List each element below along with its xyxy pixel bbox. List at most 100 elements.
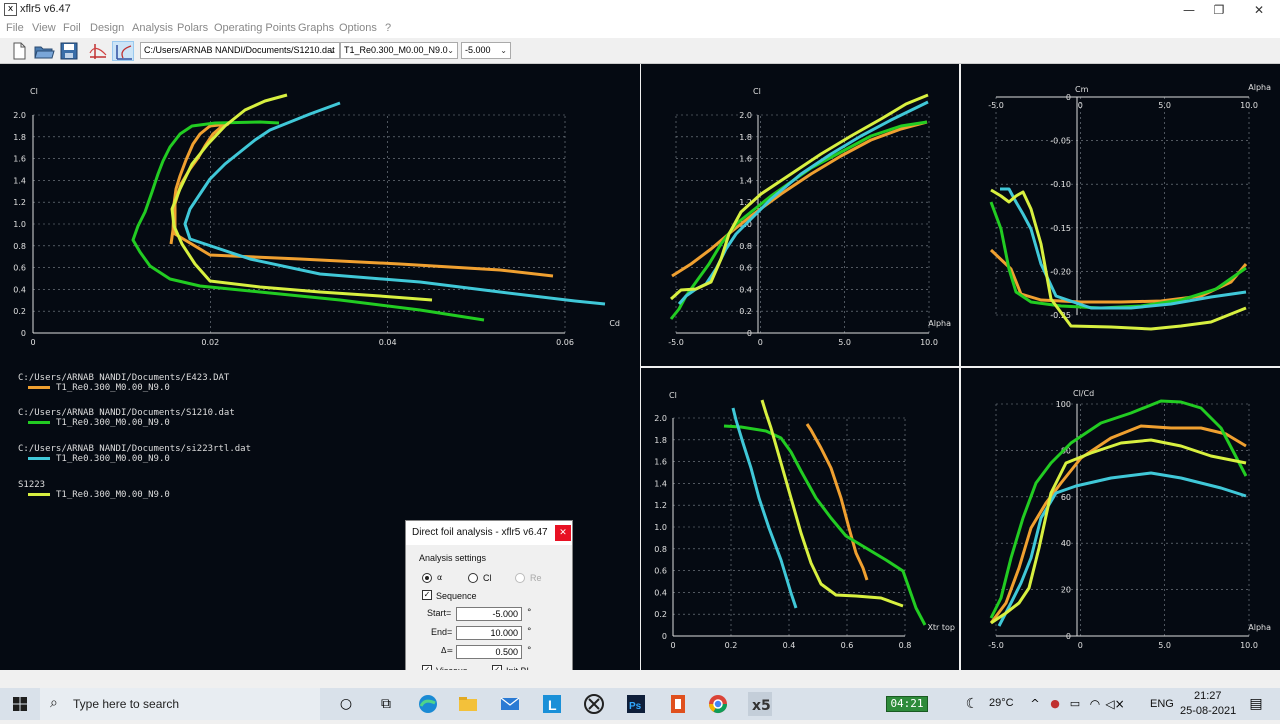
polar-curve	[997, 471, 1247, 627]
x-tick-label: 5.0	[1158, 641, 1171, 650]
graph-cl-alpha[interactable]: 00.20.40.60.81.01.21.41.61.82.0-5.005.01…	[641, 64, 959, 366]
x-tick-label: 0	[1078, 641, 1083, 650]
menu-help[interactable]: ?	[385, 22, 391, 34]
y-tick-label: 0.6	[654, 567, 667, 576]
menu-view[interactable]: View	[32, 22, 56, 34]
menu-design[interactable]: Design	[90, 22, 124, 34]
clock-date[interactable]: 25-08-2021	[1180, 705, 1236, 717]
end-input[interactable]: 10.000	[456, 626, 522, 640]
opp-view-icon[interactable]	[87, 41, 109, 61]
polar-curve	[760, 399, 904, 608]
x-tick-label: 0.04	[379, 338, 397, 347]
polar-curve	[669, 93, 929, 301]
xbox-icon[interactable]	[582, 692, 606, 716]
menu-operating-points[interactable]: Operating Points	[214, 22, 296, 34]
weather-icon[interactable]: ☾	[960, 692, 984, 716]
chevron-down-icon: ⌄	[329, 46, 336, 55]
x-tick-label: 10.0	[1240, 641, 1258, 650]
opp-select[interactable]: -5.000 ⌄	[461, 42, 511, 59]
minimize-button[interactable]: —	[1174, 2, 1204, 18]
save-icon[interactable]	[58, 41, 80, 61]
x-axis-title: Alpha	[928, 319, 951, 328]
x-tick-label: 0	[670, 641, 675, 650]
y-tick-label: 0.2	[739, 307, 752, 316]
y-tick-label: 0.4	[13, 285, 26, 294]
graph-clcd-alpha[interactable]: 020406080100-5.005.010.0Cl/CdAlpha	[961, 368, 1280, 670]
menu-foil[interactable]: Foil	[63, 22, 81, 34]
y-axis-title: Cl	[753, 87, 761, 96]
x-axis-title: Alpha	[1248, 623, 1271, 632]
xflr5-app-icon: x	[4, 3, 17, 16]
xflr5-taskbar-icon[interactable]: x5	[748, 692, 772, 716]
notification-icon[interactable]: ▤	[1244, 692, 1268, 716]
dialog-close-button[interactable]: ✕	[555, 525, 571, 541]
legend-entry[interactable]: T1_Re0.300_M0.00_N9.0	[28, 383, 170, 393]
legend-entry[interactable]: T1_Re0.300_M0.00_N9.0	[28, 454, 170, 464]
graph-cm-alpha[interactable]: 0-0.05-0.10-0.15-0.20-0.25-5.005.010.0Cm…	[961, 64, 1280, 366]
polar-curve	[671, 120, 928, 278]
delta-label: Δ=	[441, 646, 454, 655]
graph-cl-cd[interactable]: 0 0.2 0.4 0.6 0.8 1.0 1.2 1.4 1.6 1.8 2.0 0 0.02 0.04…	[0, 64, 640, 366]
taskbar-search[interactable]: ⌕ Type here to search	[40, 688, 320, 720]
cl-radio[interactable]	[468, 573, 478, 583]
menu-polars[interactable]: Polars	[177, 22, 208, 34]
legend-entry[interactable]: T1_Re0.300_M0.00_N9.0	[28, 490, 170, 500]
file-explorer-icon[interactable]	[456, 692, 480, 716]
timer-badge[interactable]: 04:21	[886, 696, 928, 712]
legend-entry[interactable]: T1_Re0.300_M0.00_N9.0	[28, 418, 170, 428]
x-tick-label: 0	[1078, 101, 1083, 110]
office-icon[interactable]	[666, 692, 690, 716]
menu-graphs[interactable]: Graphs	[298, 22, 334, 34]
maximize-button[interactable]: ❐	[1204, 2, 1234, 18]
y-tick-label: 0	[21, 329, 26, 338]
close-button[interactable]: ✕	[1244, 2, 1274, 18]
y-tick-label: 0.4	[654, 588, 667, 597]
direct-foil-analysis-dialog: Direct foil analysis - xflr5 v6.47 ✕ Ana…	[405, 520, 573, 688]
y-tick-label: 1.0	[654, 523, 667, 532]
x-tick-label: 5.0	[1158, 101, 1171, 110]
alpha-radio[interactable]	[422, 573, 432, 583]
end-label: End=	[431, 627, 453, 637]
graph-cl-xtr[interactable]: 0 0.2 0.4 0.6 0.8 1.0 1.2 1.4 1.6 1.8 2.0 0 0.2 0.4 0.…	[641, 368, 959, 670]
menu-file[interactable]: File	[6, 22, 24, 34]
new-file-icon[interactable]	[8, 41, 30, 61]
y-tick-label: 1.0	[13, 220, 26, 229]
cl-radio-label: Cl	[483, 573, 492, 583]
foil-select[interactable]: C:/Users/ARNAB NANDI/Documents/S1210.dat…	[140, 42, 340, 59]
legend-swatch	[28, 493, 50, 496]
open-folder-icon[interactable]	[33, 41, 55, 61]
sequence-checkbox[interactable]: ✓	[422, 590, 432, 600]
delta-input[interactable]: 0.500	[456, 645, 522, 659]
windows-start-icon[interactable]	[8, 692, 32, 716]
menu-analysis[interactable]: Analysis	[132, 22, 173, 34]
photoshop-icon[interactable]: Ps	[624, 692, 648, 716]
polar-select[interactable]: T1_Re0.300_M0.00_N9.0 ⌄	[340, 42, 458, 59]
polar-curve	[989, 248, 1248, 304]
title-bar: x xflr5 v6.47 — ❐ ✕	[0, 0, 1280, 20]
foil-select-value: C:/Users/ARNAB NANDI/Documents/S1210.dat	[144, 45, 335, 55]
weather-temp[interactable]: 29°C	[989, 697, 1014, 709]
x-tick-label: 0	[30, 338, 35, 347]
y-tick-label: -0.05	[1050, 137, 1071, 146]
start-label: Start=	[427, 608, 452, 618]
cortana-icon[interactable]: ○	[334, 692, 358, 716]
start-input[interactable]: -5.000	[456, 607, 522, 621]
y-tick-label: 0.8	[654, 545, 667, 554]
clock-time[interactable]: 21:27	[1194, 690, 1222, 702]
chrome-icon[interactable]	[706, 692, 730, 716]
polar-curve	[731, 407, 798, 609]
y-tick-label: 2.0	[654, 414, 667, 423]
taskbar: ⌕ Type here to search ○ ⧉ L Ps x5 04:21 …	[0, 688, 1280, 720]
volume-icon[interactable]: ◁×	[1103, 692, 1127, 716]
y-tick-label: -0.15	[1050, 224, 1071, 233]
task-view-icon[interactable]: ⧉	[374, 692, 398, 716]
legend-file: S1223	[18, 480, 46, 490]
edge-browser-icon[interactable]	[416, 692, 440, 716]
x-tick-label: 10.0	[1240, 101, 1258, 110]
polar-view-icon[interactable]	[112, 41, 134, 61]
menu-options[interactable]: Options	[339, 22, 377, 34]
mail-icon[interactable]	[498, 692, 522, 716]
analysis-settings-label: Analysis settings	[419, 553, 487, 563]
l-app-icon[interactable]: L	[540, 692, 564, 716]
language-indicator[interactable]: ENG	[1150, 698, 1174, 710]
